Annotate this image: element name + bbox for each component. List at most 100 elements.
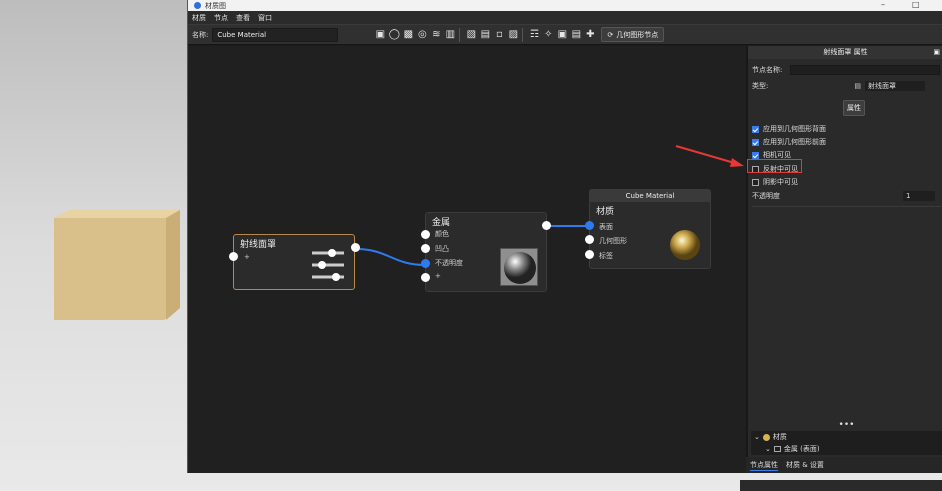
minimap-icon[interactable]: ▤ — [570, 29, 582, 41]
checkbox-backface[interactable]: 应用到几何图形背面 — [752, 124, 826, 134]
input-port-bump[interactable] — [421, 244, 430, 253]
tree-item-metal[interactable]: ⌄ 金属 (表面) — [751, 443, 942, 455]
type-row: 类型: ▤ 射线面罩 — [752, 81, 941, 91]
grid-icon[interactable]: ✧ — [542, 29, 554, 41]
type-value[interactable]: 射线面罩 — [864, 81, 925, 91]
maximize-button[interactable]: □ — [912, 0, 920, 9]
metal-node[interactable]: 金属 颜色 凹凸 不透明度 + — [425, 212, 547, 292]
delete-icon[interactable]: ▤ — [479, 29, 491, 41]
minimize-button[interactable]: – — [881, 0, 885, 9]
tree-item-material[interactable]: ⌄ 材质 — [751, 431, 942, 443]
port-label-add: + — [435, 272, 441, 280]
panel-tabs: 节点属性 材质 & 设置 — [746, 457, 942, 473]
divider — [522, 27, 524, 42]
title-bar: 材质图 – □ — [188, 0, 942, 11]
tree-item-label: 金属 (表面) — [783, 445, 820, 453]
checkbox-frontface[interactable]: 应用到几何图形前面 — [752, 137, 826, 147]
panel-dock-icon[interactable]: ▣ — [933, 46, 940, 59]
sliders-icon — [312, 249, 344, 281]
trash-icon[interactable]: ▤ — [854, 82, 861, 90]
material-tree: ⌄ 材质 ⌄ 金属 (表面) — [751, 431, 942, 455]
checkbox-icon[interactable] — [752, 151, 759, 159]
refresh-icon: ⟳ — [607, 30, 614, 39]
layout-icon[interactable]: ≋ — [430, 29, 442, 41]
target-icon[interactable]: ◎ — [416, 29, 428, 41]
save-icon[interactable]: ▣ — [374, 29, 386, 41]
node-icon — [773, 446, 781, 452]
geometry-node-button[interactable]: ⟳ 几何图形节点 — [601, 27, 665, 42]
ray-cover-node[interactable]: 射线面罩 + — [233, 234, 355, 290]
annotation-arrow-icon — [675, 145, 744, 167]
port-label-tag: 标签 — [599, 252, 613, 260]
output-port[interactable] — [351, 243, 360, 252]
node-graph-canvas[interactable]: 射线面罩 + 金属 颜色 凹凸 不透明度 + Cube Material 材质 … — [188, 46, 746, 473]
cube-object[interactable] — [48, 208, 188, 324]
panel-title: 射线面罩 属性 — [823, 48, 868, 56]
status-strip — [740, 480, 942, 491]
port-label: + — [244, 253, 250, 261]
highlight-box — [747, 159, 802, 173]
connect-icon[interactable]: ✚ — [584, 29, 596, 41]
input-port-opacity[interactable] — [421, 259, 430, 268]
window-title: 材质图 — [205, 1, 226, 10]
tab-material-settings[interactable]: 材质 & 设置 — [786, 460, 824, 470]
menu-material[interactable]: 材质 — [192, 13, 206, 23]
node-title: 金属 — [432, 218, 451, 228]
panel-splitter-handle[interactable]: ••• — [748, 420, 942, 430]
gold-sphere-preview — [670, 230, 700, 260]
search-icon[interactable]: ◯ — [388, 29, 400, 41]
port-label-bump: 凹凸 — [435, 245, 449, 253]
checkbox-label: 应用到几何图形背面 — [763, 125, 826, 133]
port-label-geometry: 几何图形 — [599, 237, 627, 245]
checkbox-icon[interactable] — [752, 125, 759, 133]
tree-item-label: 材质 — [772, 433, 787, 441]
geometry-node-button-label: 几何图形节点 — [616, 30, 659, 39]
properties-button[interactable]: 属性 — [843, 100, 865, 116]
port-label-opacity: 不透明度 — [435, 259, 463, 267]
checkbox-shadow-visible[interactable]: 阴影中可见 — [752, 177, 798, 187]
type-label: 类型: — [752, 82, 769, 90]
menu-view[interactable]: 查看 — [236, 13, 250, 23]
opacity-row: 不透明度 1 — [752, 191, 941, 201]
input-port-geometry[interactable] — [585, 235, 594, 244]
toolbar: 名称: Cube Material ▣ ◯ ▩ ◎ ≋ ▥ ▧ ▤ ▫ ▨ ☶ … — [188, 24, 942, 45]
name-label: 名称: — [192, 30, 209, 39]
attributes-panel: 射线面罩 属性 ▣ 节点名称: 类型: ▤ 射线面罩 属性 应用到几何图形背面 … — [746, 46, 942, 473]
menu-node[interactable]: 节点 — [214, 13, 228, 23]
chevron-down-icon[interactable]: ⌄ — [765, 445, 771, 453]
copy-icon[interactable]: ▧ — [465, 29, 477, 41]
divider — [752, 206, 941, 207]
zoom-icon[interactable]: ▫ — [493, 29, 505, 41]
lock-icon[interactable]: ▥ — [444, 29, 456, 41]
node-name-label: 节点名称: — [752, 66, 783, 74]
frame-icon[interactable]: ▩ — [402, 29, 414, 41]
material-node-header: Cube Material — [590, 190, 710, 202]
opacity-label: 不透明度 — [752, 192, 780, 200]
menu-window[interactable]: 窗口 — [258, 13, 272, 23]
tab-node-properties[interactable]: 节点属性 — [750, 460, 778, 471]
fit-icon[interactable]: ▣ — [556, 29, 568, 41]
port-label-surface: 表面 — [599, 223, 613, 231]
find-icon[interactable]: ▨ — [507, 29, 519, 41]
menu-bar: 材质 节点 查看 窗口 — [188, 11, 942, 24]
checkbox-icon[interactable] — [752, 178, 759, 186]
app-icon — [194, 2, 201, 9]
output-port[interactable] — [542, 221, 551, 230]
input-port[interactable] — [229, 252, 238, 261]
input-port-surface[interactable] — [585, 221, 594, 230]
input-port-add[interactable] — [421, 273, 430, 282]
metal-preview — [500, 248, 538, 286]
port-label-color: 颜色 — [435, 230, 449, 238]
checkbox-icon[interactable] — [752, 138, 759, 146]
chevron-down-icon[interactable]: ⌄ — [754, 433, 760, 441]
input-port-tag[interactable] — [585, 250, 594, 259]
checkbox-label: 应用到几何图形前面 — [763, 138, 826, 146]
opacity-input[interactable]: 1 — [903, 191, 935, 201]
material-node[interactable]: Cube Material 材质 表面 几何图形 标签 — [589, 189, 711, 269]
name-input[interactable]: Cube Material — [212, 27, 339, 42]
node-title: 材质 — [596, 207, 615, 217]
input-port-color[interactable] — [421, 230, 430, 239]
node-name-input[interactable] — [790, 65, 941, 75]
node-name-row: 节点名称: — [752, 65, 941, 75]
align-icon[interactable]: ☶ — [528, 29, 540, 41]
